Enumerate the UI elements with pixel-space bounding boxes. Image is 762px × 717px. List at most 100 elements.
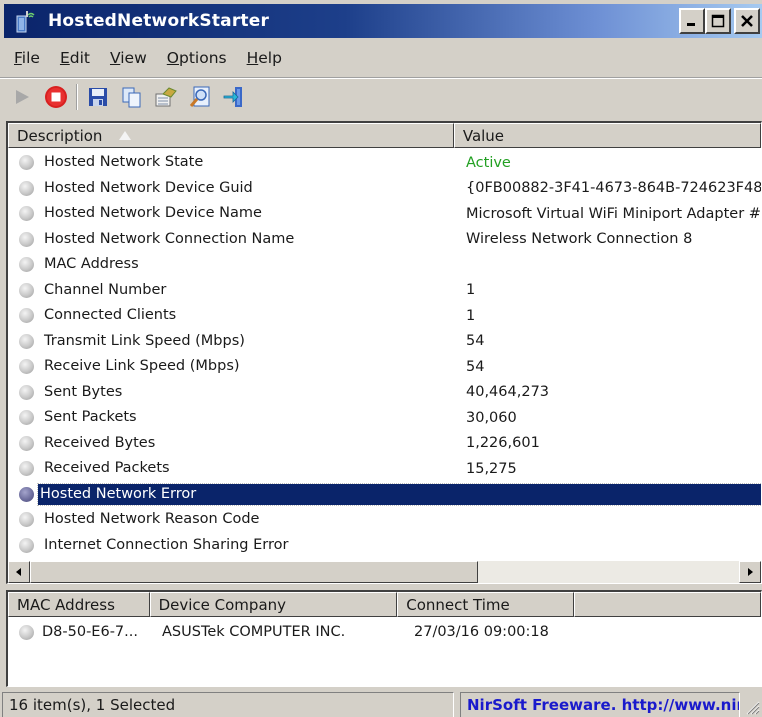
arrow-left-icon (16, 568, 21, 576)
list-row[interactable]: Hosted Network Connection Name Wireless N… (8, 227, 761, 253)
horizontal-scrollbar[interactable] (8, 561, 761, 583)
row-status-icon (19, 257, 34, 273)
minimize-button[interactable] (679, 8, 705, 34)
properties-icon (155, 87, 177, 107)
row-status-icon (19, 155, 34, 171)
list-row[interactable]: Received Packets 15,275 (8, 456, 761, 482)
close-icon (741, 15, 753, 27)
menu-help[interactable]: Help (237, 49, 292, 67)
close-button[interactable] (734, 8, 760, 34)
column-header-company[interactable]: Device Company (149, 592, 398, 617)
copy-button[interactable] (118, 83, 146, 111)
menu-edit[interactable]: Edit (50, 49, 100, 67)
list-row[interactable]: Hosted Network Reason Code (8, 507, 761, 533)
client-status-icon (19, 624, 34, 640)
row-value: {0FB00882-3F41-4673-864B-724623F48 (466, 180, 762, 197)
list-row[interactable]: Transmit Link Speed (Mbps) 54 (8, 329, 761, 355)
menu-options[interactable]: Options (157, 49, 237, 67)
exit-icon (223, 87, 242, 107)
row-description: Hosted Network Device Name (44, 205, 262, 222)
row-value: 54 (466, 333, 485, 350)
list-row[interactable]: Received Bytes 1,226,601 (8, 431, 761, 457)
stop-button[interactable] (42, 83, 70, 111)
row-status-icon (19, 384, 34, 400)
clients-list[interactable]: MAC Address Device Company Connect Time … (6, 590, 762, 687)
list-row[interactable]: MAC Address (8, 252, 761, 278)
find-button[interactable] (186, 83, 214, 111)
properties-list[interactable]: Description Value Hosted Network State Ac… (6, 121, 762, 584)
find-icon (189, 86, 210, 107)
scrollbar-thumb[interactable] (30, 561, 478, 583)
clients-header: MAC Address Device Company Connect Time (8, 592, 761, 617)
row-value: Microsoft Virtual WiFi Miniport Adapter … (466, 205, 762, 222)
row-description: Sent Packets (44, 409, 137, 426)
list-row[interactable]: Hosted Network Device Name Microsoft Virt… (8, 201, 761, 227)
row-value: Wireless Network Connection 8 (466, 231, 693, 248)
play-icon (16, 90, 29, 104)
list-row[interactable]: Hosted Network Error (8, 482, 761, 508)
column-label: Device Company (158, 596, 287, 614)
column-header-connect-time[interactable]: Connect Time (397, 592, 575, 617)
list-row[interactable]: Hosted Network Device Guid {0FB00882-3F41… (8, 176, 761, 202)
list-row[interactable]: Sent Bytes 40,464,273 (8, 380, 761, 406)
row-status-icon (19, 333, 34, 349)
row-description: Hosted Network Error (37, 482, 761, 506)
row-description: MAC Address (44, 256, 139, 273)
row-description: Hosted Network Connection Name (44, 230, 295, 247)
nirsoft-link[interactable]: NirSoft Freeware. http://www.nir (467, 696, 739, 714)
list-rows: Hosted Network State Active Hosted Network… (8, 150, 761, 558)
row-description: Internet Connection Sharing Error (44, 536, 289, 553)
column-header-empty[interactable] (574, 592, 761, 617)
wifi-network-app-icon (14, 8, 40, 34)
maximize-icon (711, 14, 725, 28)
row-description: Hosted Network Reason Code (44, 511, 260, 528)
client-row[interactable]: D8-50-E6-7... ASUSTek COMPUTER INC. 27/0… (8, 621, 761, 643)
row-status-icon (19, 282, 34, 298)
list-row[interactable]: Hosted Network State Active (8, 150, 761, 176)
column-label: MAC Address (17, 596, 115, 614)
row-status-icon (19, 180, 34, 196)
status-count: 16 item(s), 1 Selected (2, 692, 454, 717)
list-row[interactable]: Internet Connection Sharing Error (8, 533, 761, 559)
nirsoft-link-panel[interactable]: NirSoft Freeware. http://www.nir (460, 692, 740, 717)
column-header-mac[interactable]: MAC Address (8, 592, 150, 617)
column-header-value[interactable]: Value (453, 123, 761, 148)
start-button[interactable] (8, 83, 36, 111)
list-header: Description Value (8, 123, 761, 148)
arrow-right-icon (748, 568, 753, 576)
minimize-icon (687, 23, 695, 26)
row-value: 15,275 (466, 460, 517, 477)
client-company: ASUSTek COMPUTER INC. (162, 624, 346, 640)
resize-grip-icon[interactable] (744, 699, 760, 715)
scroll-right-button[interactable] (739, 561, 761, 583)
column-header-description[interactable]: Description (8, 123, 454, 148)
exit-button[interactable] (220, 83, 248, 111)
menu-view[interactable]: View (100, 49, 157, 67)
sort-ascending-icon (119, 131, 131, 140)
row-description: Sent Bytes (44, 383, 123, 400)
save-icon (89, 88, 107, 106)
maximize-button[interactable] (705, 8, 731, 34)
list-row[interactable]: Connected Clients 1 (8, 303, 761, 329)
menu-file[interactable]: File (4, 49, 50, 67)
column-label: Value (462, 127, 505, 145)
row-value: 40,464,273 (466, 384, 550, 401)
save-button[interactable] (84, 83, 112, 111)
window-title: HostedNetworkStarter (48, 11, 270, 31)
row-value: 30,060 (466, 409, 517, 426)
scroll-left-button[interactable] (8, 561, 30, 583)
list-row[interactable]: Receive Link Speed (Mbps) 54 (8, 354, 761, 380)
toolbar-separator (76, 84, 78, 110)
list-row[interactable]: Channel Number 1 (8, 278, 761, 304)
row-status-icon (19, 359, 34, 375)
list-row[interactable]: Sent Packets 30,060 (8, 405, 761, 431)
column-label: Description (17, 127, 103, 145)
properties-button[interactable] (152, 83, 180, 111)
menu-divider (0, 77, 762, 79)
row-status-icon (19, 435, 34, 451)
row-description: Receive Link Speed (Mbps) (44, 358, 240, 375)
row-value: Active (466, 154, 511, 171)
row-status-icon (19, 461, 34, 477)
row-description: Received Bytes (44, 434, 156, 451)
row-status-icon (19, 206, 34, 222)
